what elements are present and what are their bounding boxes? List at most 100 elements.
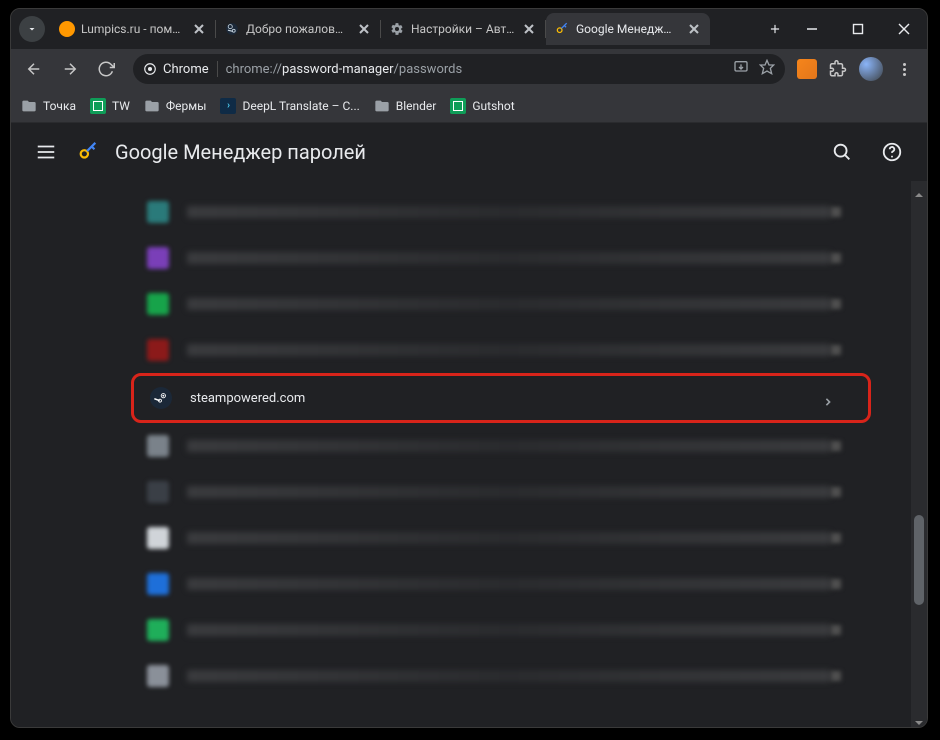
toolbar: Chrome chrome://password-manager/passwor… [11, 49, 927, 89]
extensions-button[interactable] [823, 54, 853, 84]
menu-button[interactable] [31, 137, 61, 167]
bookmark-label: Точка [43, 99, 76, 113]
extension-icon[interactable] [797, 59, 817, 79]
password-entry-blurred[interactable] [131, 281, 871, 327]
tab-favicon [389, 21, 405, 37]
tab-favicon [224, 21, 240, 37]
site-icon [147, 293, 169, 315]
reload-button[interactable] [91, 54, 121, 84]
vertical-scrollbar[interactable] [911, 181, 927, 727]
profile-avatar[interactable] [859, 57, 883, 81]
tab-title: Добро пожалов… [246, 22, 350, 36]
password-entry-blurred[interactable] [131, 561, 871, 607]
content-area: steampowered.com [11, 181, 927, 727]
tab-title: Google Менедж… [576, 22, 680, 36]
site-icon [147, 665, 169, 687]
password-list: steampowered.com [11, 189, 911, 699]
bookmark-label: Фермы [166, 99, 207, 113]
site-chip: Chrome [143, 62, 209, 77]
search-button[interactable] [827, 137, 857, 167]
chevron-right-icon [831, 299, 841, 309]
tab-favicon [554, 21, 570, 37]
password-entry-blurred[interactable] [131, 423, 871, 469]
bookmark-item[interactable]: Gutshot [450, 98, 514, 114]
scroll-down-arrow[interactable] [914, 713, 924, 723]
help-button[interactable] [877, 137, 907, 167]
folder-icon [374, 98, 390, 114]
password-entry-steampowered[interactable]: steampowered.com [131, 373, 871, 423]
bookmark-label: Gutshot [472, 99, 514, 113]
tab-close-button[interactable] [521, 21, 537, 37]
chevron-right-icon [831, 207, 841, 217]
tab-close-button[interactable] [686, 21, 702, 37]
bookmark-label: DeepL Translate – С... [242, 99, 359, 113]
bookmark-star-icon[interactable] [759, 59, 775, 79]
window-close-button[interactable] [881, 9, 927, 49]
deepl-icon: › [220, 98, 236, 114]
chevron-right-icon [831, 441, 841, 451]
window-controls [789, 9, 927, 49]
site-chip-label: Chrome [163, 62, 209, 77]
window-maximize-button[interactable] [835, 9, 881, 49]
password-entry-label-blurred [187, 298, 831, 310]
password-entry-label-blurred [187, 252, 831, 264]
chevron-right-icon [831, 671, 841, 681]
scroll-track[interactable] [911, 195, 927, 713]
password-entry-blurred[interactable] [131, 653, 871, 699]
bookmark-item[interactable]: TW [90, 98, 130, 114]
password-entry-label-blurred [187, 624, 831, 636]
bookmark-label: Blender [396, 99, 437, 113]
password-entry-label: steampowered.com [190, 391, 824, 406]
forward-button[interactable] [55, 54, 85, 84]
tab-strip: Lumpics.ru - пом… Добро пожалов… Настройки… [51, 9, 753, 49]
scroll-up-arrow[interactable] [914, 185, 924, 195]
password-entry-blurred[interactable] [131, 327, 871, 373]
bookmark-item[interactable]: › DeepL Translate – С... [220, 98, 359, 114]
site-icon [147, 527, 169, 549]
sheets-icon [450, 98, 466, 114]
chevron-right-icon [824, 391, 838, 405]
folder-icon [21, 98, 37, 114]
bookmark-item[interactable]: Фермы [144, 98, 207, 114]
password-entry-label-blurred [187, 532, 831, 544]
browser-tab[interactable]: Google Менедж… [546, 13, 710, 45]
bookmark-label: TW [112, 99, 130, 113]
tab-search-button[interactable] [19, 16, 45, 42]
site-icon [147, 481, 169, 503]
password-entry-blurred[interactable] [131, 235, 871, 281]
window-minimize-button[interactable] [789, 9, 835, 49]
tab-close-button[interactable] [356, 21, 372, 37]
chevron-right-icon [831, 253, 841, 263]
password-entry-label-blurred [187, 440, 831, 452]
password-list-container: steampowered.com [11, 181, 911, 727]
install-app-icon[interactable] [733, 59, 749, 79]
site-icon [147, 201, 169, 223]
bookmark-item[interactable]: Blender [374, 98, 437, 114]
scroll-thumb[interactable] [914, 515, 924, 605]
site-icon [147, 339, 169, 361]
chevron-right-icon [831, 579, 841, 589]
chrome-menu-button[interactable] [889, 54, 919, 84]
address-bar[interactable]: Chrome chrome://password-manager/passwor… [133, 54, 785, 84]
tab-favicon [59, 21, 75, 37]
password-entry-label-blurred [187, 578, 831, 590]
url-text: chrome://password-manager/passwords [226, 62, 463, 77]
browser-tab[interactable]: Добро пожалов… [216, 13, 380, 45]
bookmark-item[interactable]: Точка [21, 98, 76, 114]
site-icon [147, 573, 169, 595]
browser-tab[interactable]: Настройки – Авт… [381, 13, 545, 45]
password-entry-blurred[interactable] [131, 607, 871, 653]
omnibox-separator [217, 61, 218, 77]
tab-title: Lumpics.ru - пом… [81, 22, 185, 36]
tab-close-button[interactable] [191, 21, 207, 37]
chevron-right-icon [831, 487, 841, 497]
password-entry-blurred[interactable] [131, 189, 871, 235]
password-entry-blurred[interactable] [131, 515, 871, 561]
back-button[interactable] [19, 54, 49, 84]
password-entry-blurred[interactable] [131, 469, 871, 515]
new-tab-button[interactable] [761, 15, 789, 43]
password-entry-label-blurred [187, 486, 831, 498]
steam-icon [150, 387, 172, 409]
browser-tab[interactable]: Lumpics.ru - пом… [51, 13, 215, 45]
chevron-right-icon [831, 533, 841, 543]
